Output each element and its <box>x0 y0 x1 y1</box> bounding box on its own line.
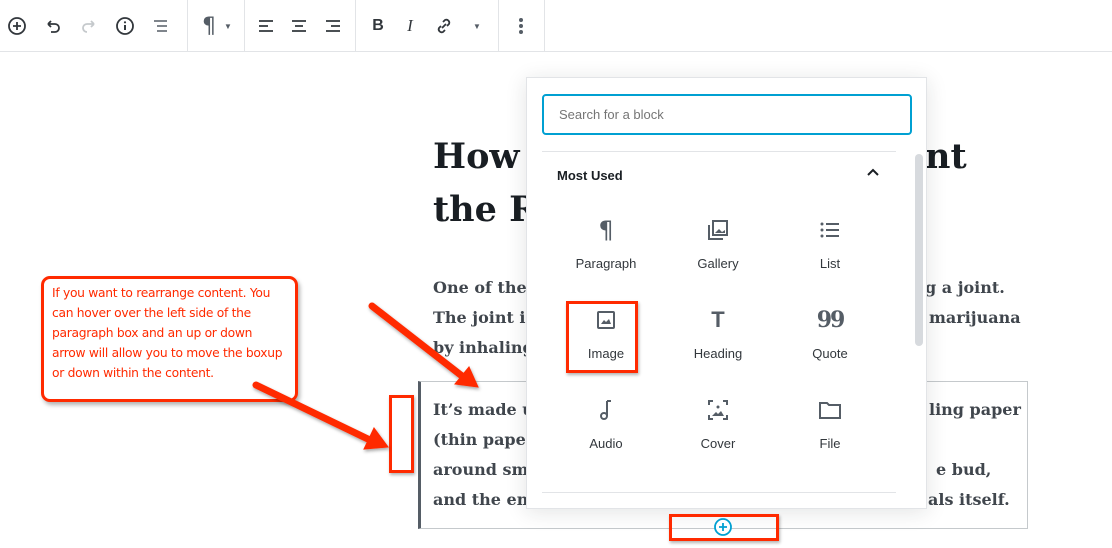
arrow-icon <box>252 381 376 445</box>
arrow-icon <box>368 302 466 380</box>
annotation-arrows <box>252 302 479 450</box>
